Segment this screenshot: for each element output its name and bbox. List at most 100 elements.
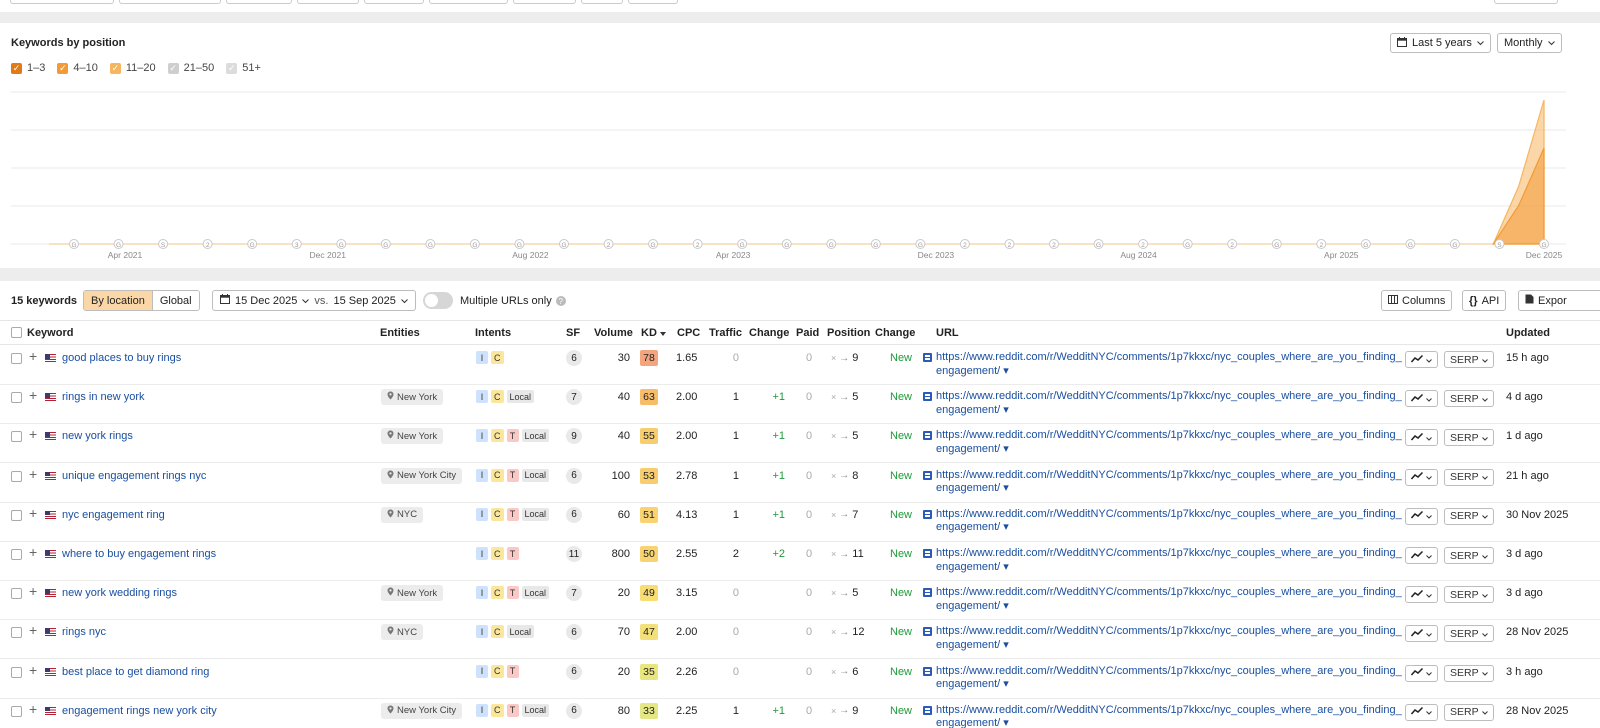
- serp-button[interactable]: SERP: [1444, 390, 1494, 408]
- row-checkbox[interactable]: [11, 705, 22, 717]
- keyword-link[interactable]: new york wedding rings: [62, 587, 177, 599]
- add-to-list-icon[interactable]: +: [29, 663, 37, 677]
- compare-dates-select[interactable]: 15 Dec 2025 vs. 15 Sep 2025: [212, 290, 416, 311]
- row-checkbox[interactable]: [11, 588, 22, 600]
- granularity-select[interactable]: Monthly: [1497, 33, 1562, 53]
- keyword-link[interactable]: best place to get diamond ring: [62, 666, 209, 678]
- add-to-list-icon[interactable]: +: [29, 584, 37, 598]
- keyword-link[interactable]: good places to buy rings: [62, 352, 181, 364]
- serp-button[interactable]: SERP: [1444, 429, 1494, 447]
- api-button[interactable]: {} API: [1462, 290, 1507, 311]
- col-volume[interactable]: Volume: [594, 327, 633, 339]
- export-button[interactable]: Expor: [1518, 290, 1600, 311]
- row-checkbox[interactable]: [11, 666, 22, 678]
- add-to-list-icon[interactable]: +: [29, 388, 37, 402]
- col-cpc[interactable]: CPC: [677, 327, 700, 339]
- keyword-link[interactable]: rings in new york: [62, 391, 145, 403]
- row-checkbox[interactable]: [11, 470, 22, 482]
- sf-badge[interactable]: 6: [566, 702, 582, 719]
- serp-button[interactable]: SERP: [1444, 625, 1494, 643]
- filter-button[interactable]: [628, 0, 678, 4]
- col-entities[interactable]: Entities: [380, 327, 420, 339]
- row-checkbox[interactable]: [11, 353, 22, 364]
- serp-button[interactable]: SERP: [1444, 703, 1494, 721]
- col-updated[interactable]: Updated: [1506, 327, 1550, 339]
- trend-chart-button[interactable]: [1405, 390, 1438, 408]
- row-checkbox[interactable]: [11, 627, 22, 639]
- legend-item-11-20[interactable]: ✓ 11–20: [109, 62, 156, 74]
- ranking-url-link[interactable]: https://www.reddit.com/r/WedditNYC/comme…: [923, 390, 1402, 417]
- col-url[interactable]: URL: [936, 327, 959, 339]
- trend-chart-button[interactable]: [1405, 351, 1438, 368]
- col-intents[interactable]: Intents: [475, 327, 511, 339]
- filter-button[interactable]: [297, 0, 359, 4]
- col-change-position[interactable]: Change: [875, 327, 915, 339]
- sf-badge[interactable]: 7: [566, 585, 582, 602]
- date-range-select[interactable]: Last 5 years: [1390, 33, 1491, 53]
- filter-button[interactable]: [429, 0, 508, 4]
- add-to-list-icon[interactable]: +: [29, 506, 37, 520]
- legend-item-51-plus[interactable]: ✓ 51+: [226, 62, 261, 74]
- help-icon[interactable]: ?: [555, 296, 566, 306]
- sf-badge[interactable]: 6: [566, 350, 582, 366]
- filter-button[interactable]: [1494, 0, 1558, 4]
- serp-button[interactable]: SERP: [1444, 468, 1494, 486]
- legend-item-4-10[interactable]: ✓ 4–10: [57, 62, 98, 74]
- add-to-list-icon[interactable]: +: [29, 427, 37, 441]
- filter-button[interactable]: [10, 0, 114, 4]
- col-keyword[interactable]: Keyword: [27, 327, 73, 339]
- add-to-list-icon[interactable]: +: [29, 623, 37, 637]
- trend-chart-button[interactable]: [1405, 664, 1438, 682]
- row-checkbox[interactable]: [11, 509, 22, 521]
- ranking-url-link[interactable]: https://www.reddit.com/r/WedditNYC/comme…: [923, 469, 1402, 496]
- keyword-link[interactable]: unique engagement rings nyc: [62, 470, 206, 482]
- filter-button[interactable]: [119, 0, 221, 4]
- serp-button[interactable]: SERP: [1444, 351, 1494, 368]
- trend-chart-button[interactable]: [1405, 429, 1438, 447]
- col-change[interactable]: Change: [749, 327, 789, 339]
- sf-badge[interactable]: 6: [566, 467, 582, 484]
- legend-item-21-50[interactable]: ✓ 21–50: [167, 62, 214, 74]
- ranking-url-link[interactable]: https://www.reddit.com/r/WedditNYC/comme…: [923, 665, 1402, 692]
- columns-button[interactable]: Columns: [1381, 290, 1453, 311]
- sf-badge[interactable]: 6: [566, 624, 582, 641]
- row-checkbox[interactable]: [11, 392, 22, 404]
- keyword-link[interactable]: nyc engagement ring: [62, 509, 165, 521]
- ranking-url-link[interactable]: https://www.reddit.com/r/WedditNYC/comme…: [923, 508, 1402, 535]
- select-all-checkbox[interactable]: [11, 327, 22, 338]
- add-to-list-icon[interactable]: +: [29, 467, 37, 481]
- sf-badge[interactable]: 11: [566, 546, 582, 562]
- serp-button[interactable]: SERP: [1444, 664, 1494, 682]
- sf-badge[interactable]: 6: [566, 506, 582, 523]
- trend-chart-button[interactable]: [1405, 625, 1438, 643]
- trend-chart-button[interactable]: [1405, 507, 1438, 525]
- sf-badge[interactable]: 9: [566, 428, 582, 445]
- trend-chart-button[interactable]: [1405, 586, 1438, 604]
- sf-badge[interactable]: 6: [566, 663, 582, 680]
- row-checkbox[interactable]: [11, 549, 22, 560]
- sf-badge[interactable]: 7: [566, 389, 582, 406]
- filter-button[interactable]: [226, 0, 292, 4]
- legend-item-1-3[interactable]: ✓ 1–3: [11, 62, 45, 74]
- by-location-button[interactable]: By location: [84, 291, 152, 310]
- serp-button[interactable]: SERP: [1444, 507, 1494, 525]
- keyword-link[interactable]: rings nyc: [62, 626, 106, 638]
- trend-chart-button[interactable]: [1405, 547, 1438, 564]
- col-traffic[interactable]: Traffic: [709, 327, 742, 339]
- global-button[interactable]: Global: [151, 291, 199, 310]
- row-checkbox[interactable]: [11, 431, 22, 443]
- keyword-link[interactable]: new york rings: [62, 430, 133, 442]
- trend-chart-button[interactable]: [1405, 468, 1438, 486]
- multiple-urls-toggle[interactable]: [423, 292, 453, 309]
- col-kd[interactable]: KD: [641, 327, 666, 339]
- ranking-url-link[interactable]: https://www.reddit.com/r/WedditNYC/comme…: [923, 429, 1402, 456]
- ranking-url-link[interactable]: https://www.reddit.com/r/WedditNYC/comme…: [923, 547, 1402, 574]
- filter-button[interactable]: [364, 0, 424, 4]
- filter-button[interactable]: [581, 0, 623, 4]
- ranking-url-link[interactable]: https://www.reddit.com/r/WedditNYC/comme…: [923, 704, 1402, 728]
- serp-button[interactable]: SERP: [1444, 586, 1494, 604]
- add-to-list-icon[interactable]: +: [29, 545, 37, 559]
- ranking-url-link[interactable]: https://www.reddit.com/r/WedditNYC/comme…: [923, 625, 1402, 652]
- keyword-link[interactable]: where to buy engagement rings: [62, 548, 216, 560]
- add-to-list-icon[interactable]: +: [29, 702, 37, 716]
